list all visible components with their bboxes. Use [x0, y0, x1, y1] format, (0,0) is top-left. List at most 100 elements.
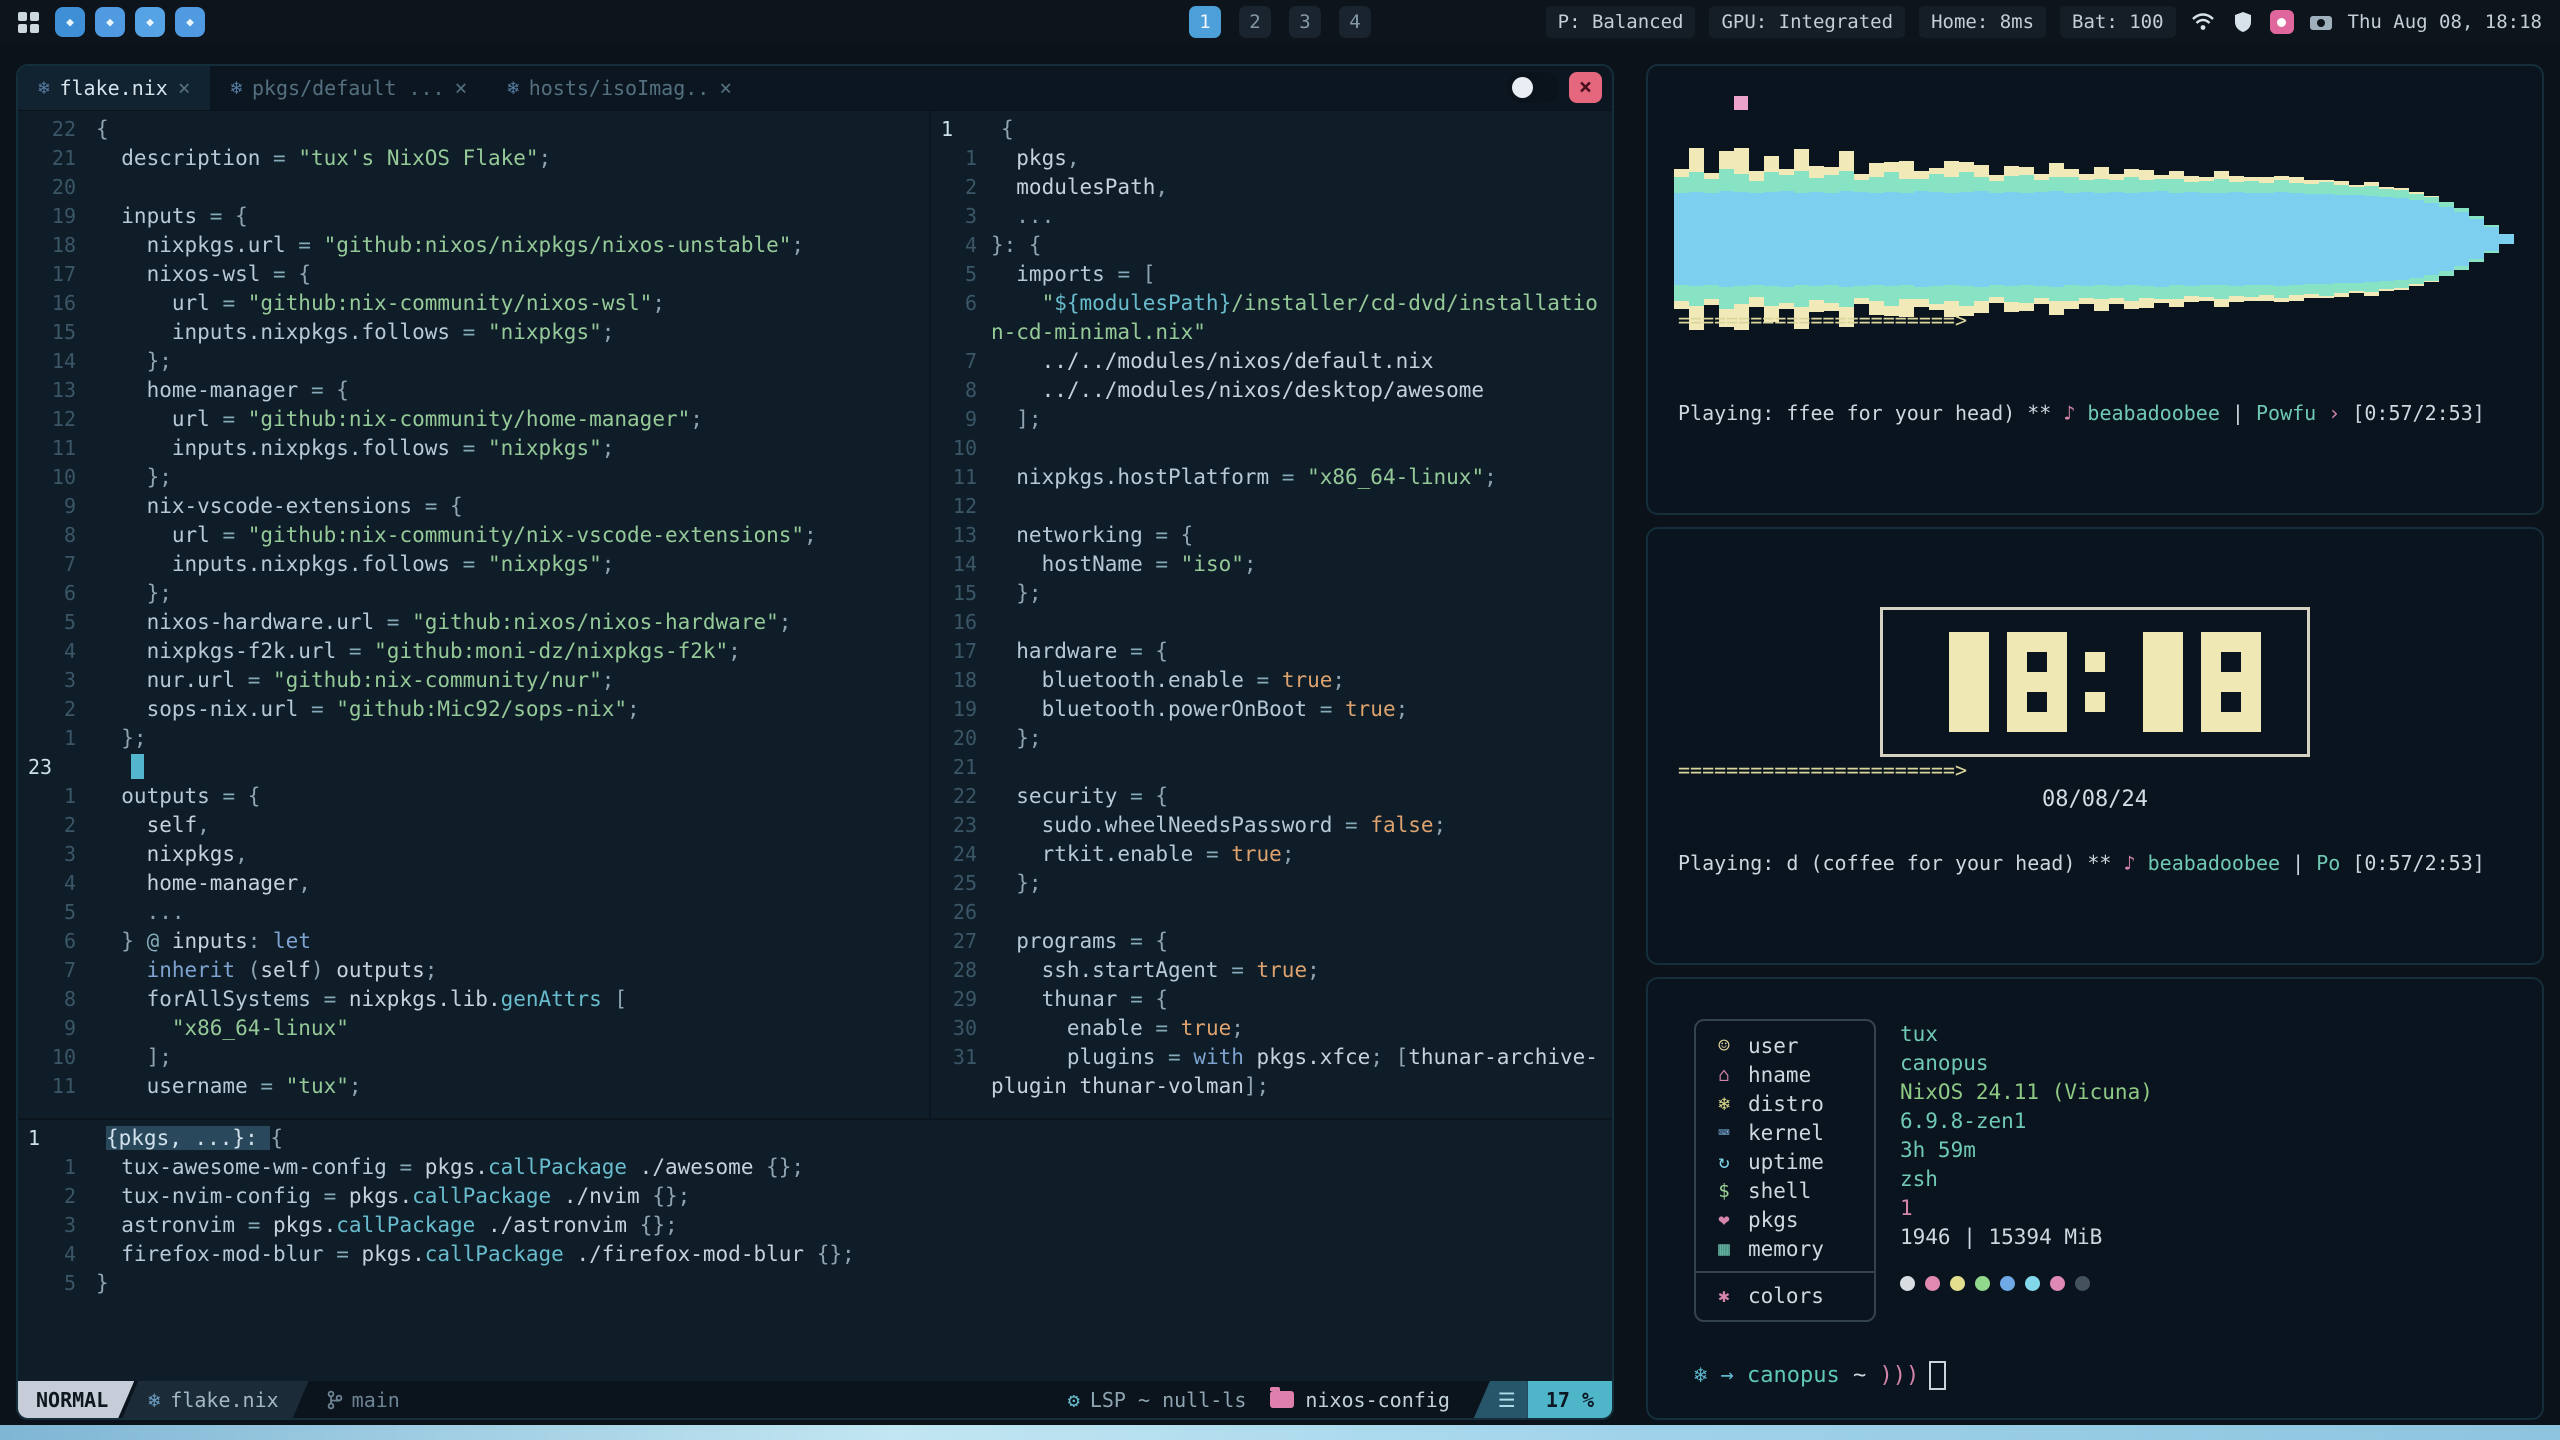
code-text: ... — [991, 204, 1054, 228]
window-close-button[interactable]: × — [1569, 72, 1602, 103]
code-line: 1{ — [931, 114, 1612, 143]
tab-pkgs-default-[interactable]: ❄pkgs/default ...× — [210, 66, 487, 110]
player-status-mid: =======================> Playing: d (cof… — [1678, 693, 2485, 941]
code-text: inherit (self) outputs; — [96, 958, 437, 982]
app-launcher-icon[interactable] — [18, 12, 39, 33]
fetch-value-pkgs: 1 — [1900, 1193, 2153, 1222]
tab-flake-nix[interactable]: ❄ flake.nix × — [18, 66, 210, 110]
code-text: imports = [ — [991, 262, 1155, 286]
text-segment: beabadoobee — [2148, 851, 2280, 875]
palette-dot — [1900, 1276, 1915, 1291]
wifi-icon[interactable] — [2190, 9, 2216, 35]
tab-hosts-isoimag-[interactable]: ❄hosts/isoImag..× — [487, 66, 752, 110]
shell-prompt[interactable]: ❄ → canopus ~ ))) — [1694, 1361, 1946, 1390]
editor-pane-pkgs-default[interactable]: 1{pkgs, ...}: {1 tux-awesome-wm-config =… — [18, 1118, 1612, 1383]
line-number: 29 — [931, 987, 977, 1011]
text-segment: Powfu — [2256, 401, 2316, 425]
terminal-clock[interactable]: 08/08/24 =======================> Playin… — [1646, 527, 2544, 965]
statusline-filename: flake.nix — [170, 1388, 278, 1412]
line-number: 5 — [18, 900, 76, 924]
text-segment: Playing: ffee for your head) ** — [1678, 401, 2063, 425]
editor-pane-flake-nix[interactable]: 22{21 description = "tux's NixOS Flake";… — [18, 111, 931, 1118]
app-icon-3[interactable]: ◆ — [135, 7, 165, 37]
pinned-apps: ◆ ◆ ◆ ◆ — [55, 7, 205, 37]
text-segment: [0:57/2:53] — [2352, 401, 2484, 425]
toggle-switch[interactable] — [1507, 72, 1559, 103]
code-text: home-manager = { — [96, 378, 349, 402]
code-text: ssh.startAgent = true; — [991, 958, 1320, 982]
project-indicator[interactable]: nixos-config — [1270, 1388, 1450, 1412]
nix-icon: ❄ — [38, 77, 49, 99]
recorder-icon[interactable] — [2270, 10, 2294, 34]
tab-label: flake.nix — [59, 76, 167, 100]
code-line: 26 — [931, 897, 1612, 926]
fetch-value-kernel: 6.9.8-zen1 — [1900, 1106, 2153, 1135]
tab-close-icon[interactable]: × — [719, 76, 732, 100]
code-line: 6 "${modulesPath}/installer/cd-dvd/insta… — [931, 288, 1612, 317]
code-text: sudo.wheelNeedsPassword = false; — [991, 813, 1446, 837]
line-number: 5 — [931, 262, 977, 286]
line-number: 7 — [18, 552, 76, 576]
code-text: firefox-mod-blur = pkgs.callPackage ./fi… — [96, 1242, 855, 1266]
shell-icon: $ — [1712, 1180, 1736, 1202]
line-number: 8 — [18, 523, 76, 547]
code-line: 12 — [931, 491, 1612, 520]
pkgs-icon: ❤ — [1712, 1209, 1736, 1231]
workspace-2[interactable]: 2 — [1239, 6, 1271, 38]
line-number: 30 — [931, 1016, 977, 1040]
palette-dot — [2025, 1276, 2040, 1291]
gear-icon: ⚙ — [1068, 1388, 1080, 1412]
code-line: 23 — [18, 752, 929, 781]
line-number: 7 — [18, 958, 76, 982]
clock-date[interactable]: Thu Aug 08, 18:18 — [2348, 11, 2542, 33]
fetch-colors-row: ✱ colors — [1696, 1281, 1874, 1310]
folder-icon — [1270, 1391, 1294, 1408]
line-number: 4 — [18, 639, 76, 663]
distro-icon: ❄ — [1712, 1093, 1736, 1115]
fetch-value-memory: 1946 | 15394 MiB — [1900, 1222, 2153, 1251]
fetch-row-hname: ⌂hname — [1696, 1060, 1874, 1089]
app-icon-1[interactable]: ◆ — [55, 7, 85, 37]
line-number: 3 — [18, 842, 76, 866]
terminal-visualizer[interactable]: =======================> Playing: ffee f… — [1646, 64, 2544, 515]
line-number: 17 — [18, 262, 76, 286]
line-number: 13 — [18, 378, 76, 402]
statusline: NORMAL ❄ flake.nix main ⚙ LSP ~ null-ls … — [18, 1381, 1612, 1418]
line-number: 18 — [931, 668, 977, 692]
workspace-3[interactable]: 3 — [1289, 6, 1321, 38]
text-segment: | — [2220, 401, 2256, 425]
git-branch[interactable]: main — [327, 1388, 400, 1412]
ping-status[interactable]: Home: 8ms — [1919, 6, 2046, 38]
battery-status[interactable]: Bat: 100 — [2060, 6, 2176, 38]
line-number: 5 — [18, 1271, 76, 1295]
tab-close-icon[interactable]: × — [178, 76, 191, 100]
shield-icon[interactable] — [2230, 9, 2256, 35]
desktop: ◆◆◆◆ 1234 P: Balanced GPU: Integrated Ho… — [0, 0, 2560, 1440]
statusline-left: NORMAL ❄ flake.nix main — [18, 1381, 400, 1418]
fetch-label: pkgs — [1748, 1208, 1799, 1232]
app-icon-4[interactable]: ◆ — [175, 7, 205, 37]
power-profile[interactable]: P: Balanced — [1546, 6, 1696, 38]
workspace-4[interactable]: 4 — [1339, 6, 1371, 38]
code-text: }; — [991, 581, 1042, 605]
app-icon-2[interactable]: ◆ — [95, 7, 125, 37]
code-line: 1{pkgs, ...}: { — [18, 1123, 1612, 1152]
code-text: thunar = { — [991, 987, 1168, 1011]
camera-icon[interactable] — [2308, 9, 2334, 35]
editor-pane-iso-image[interactable]: 1{1 pkgs,2 modulesPath,3 ...4}: {5 impor… — [931, 111, 1612, 1118]
code-text: self, — [96, 813, 210, 837]
terminal-fetch[interactable]: ☺user⌂hname❄distro⌨kernel↻uptime$shell❤p… — [1646, 977, 2544, 1420]
palette-dot — [1975, 1276, 1990, 1291]
palette-dot — [2000, 1276, 2015, 1291]
code-line: 23 sudo.wheelNeedsPassword = false; — [931, 810, 1612, 839]
code-text: }; — [96, 726, 147, 750]
code-text: ]; — [96, 1045, 172, 1069]
toggle-knob — [1512, 77, 1533, 98]
workspace-1[interactable]: 1 — [1189, 6, 1221, 38]
code-text: username = "tux"; — [96, 1074, 362, 1098]
kernel-icon: ⌨ — [1712, 1122, 1736, 1144]
tab-close-icon[interactable]: × — [455, 76, 468, 100]
gpu-status[interactable]: GPU: Integrated — [1709, 6, 1905, 38]
editor-tabs: ❄flake.nix×❄pkgs/default ...×❄hosts/isoI… — [18, 66, 752, 110]
line-number: 15 — [931, 581, 977, 605]
